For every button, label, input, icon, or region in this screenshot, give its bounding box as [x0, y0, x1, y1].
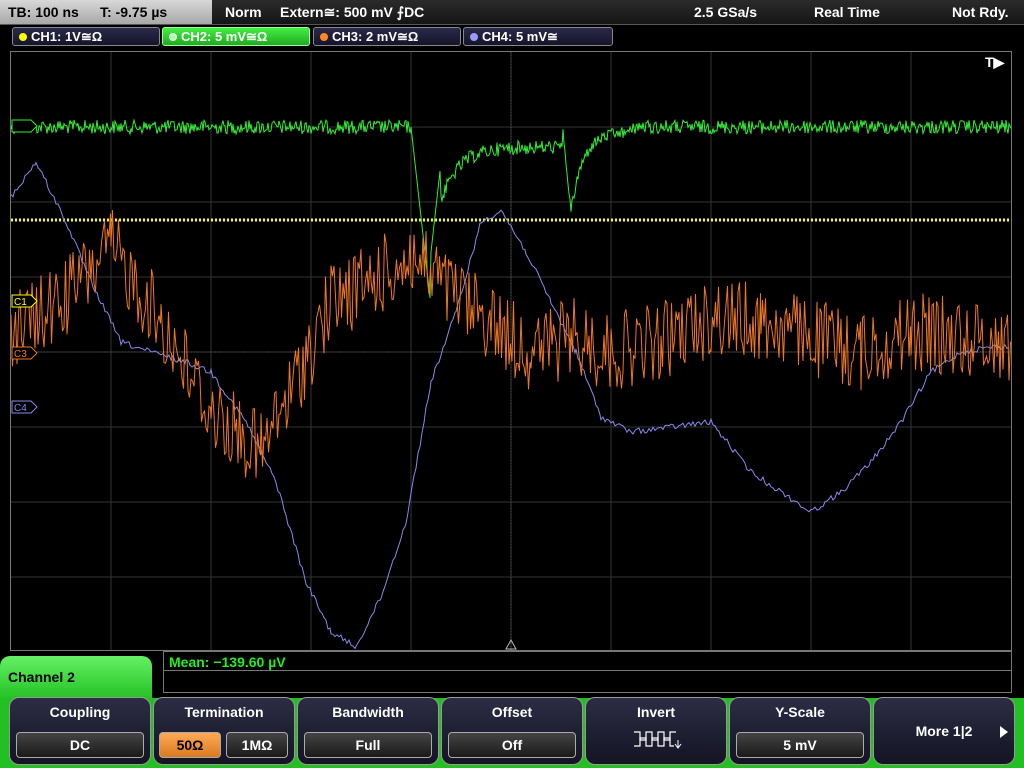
channel-2-label: CH2: 5 mV≅Ω	[181, 29, 268, 44]
termination-label: Termination	[184, 704, 264, 720]
channel-2-marker[interactable]	[11, 119, 38, 133]
channel-4-label: CH4: 5 mV≅	[482, 29, 558, 44]
yscale-value[interactable]: 5 mV	[736, 732, 864, 758]
sample-rate: 2.5 GSa/s	[694, 4, 758, 20]
channel-1-marker-label: C1	[14, 297, 27, 308]
yscale-label: Y-Scale	[775, 704, 825, 720]
offset-value[interactable]: Off	[448, 732, 576, 758]
more-softkey[interactable]: More 1|2	[873, 697, 1015, 765]
measurement-panel: Mean: −139.60 µV	[163, 651, 1012, 693]
bandwidth-softkey[interactable]: Bandwidth Full	[297, 697, 439, 765]
waveform-display[interactable]: C1 C3 C4 T▶	[10, 51, 1012, 651]
invert-softkey[interactable]: Invert	[585, 697, 727, 765]
channel-bar: CH1: 1V≅Ω CH2: 5 mV≅Ω CH3: 2 mV≅Ω CH4: 5…	[0, 25, 1024, 49]
channel-2-tab[interactable]: CH2: 5 mV≅Ω	[162, 27, 310, 46]
channel-4-marker-label: C4	[14, 403, 27, 414]
invert-waveform-icon	[634, 731, 682, 749]
channel-1-label: CH1: 1V≅Ω	[31, 29, 103, 44]
channel-3-label: CH3: 2 mV≅Ω	[332, 29, 419, 44]
trigger-mode[interactable]: Norm	[225, 4, 262, 20]
termination-1m-ohm-option[interactable]: 1MΩ	[226, 732, 288, 758]
yscale-softkey[interactable]: Y-Scale 5 mV	[729, 697, 871, 765]
bandwidth-value[interactable]: Full	[304, 732, 432, 758]
coupling-value[interactable]: DC	[16, 732, 144, 758]
offset-softkey[interactable]: Offset Off	[441, 697, 583, 765]
trigger-position-marker[interactable]: T▶	[985, 54, 1006, 70]
channel-1-tab[interactable]: CH1: 1V≅Ω	[12, 27, 160, 46]
status-bar: TB: 100 ns T: -9.75 µs Norm Extern≅: 500…	[0, 0, 1024, 25]
mean-measurement: Mean: −139.60 µV	[169, 654, 286, 670]
coupling-label: Coupling	[49, 704, 111, 720]
trigger-time: T: -9.75 µs	[100, 4, 168, 20]
channel-2-dot-icon	[169, 32, 177, 41]
timebase-panel[interactable]: TB: 100 ns T: -9.75 µs	[0, 0, 212, 24]
coupling-softkey[interactable]: Coupling DC	[9, 697, 151, 765]
channel-4-trace	[11, 161, 1010, 650]
channel-menu-tab[interactable]: Channel 2	[0, 656, 152, 700]
channel-3-dot-icon	[320, 32, 328, 41]
waveform-canvas: C1 C3 C4 T▶	[11, 52, 1011, 650]
channel-3-tab[interactable]: CH3: 2 mV≅Ω	[313, 27, 461, 46]
bandwidth-label: Bandwidth	[332, 704, 404, 720]
next-page-icon	[1000, 726, 1008, 738]
measurement-row: Mean: −139.60 µV	[164, 652, 1011, 671]
offset-label: Offset	[491, 704, 533, 720]
more-label: More 1|2	[915, 723, 973, 739]
channel-3-marker[interactable]: C3	[11, 346, 38, 360]
acquisition-status: Not Rdy.	[952, 4, 1009, 20]
channel-3-marker-label: C3	[14, 349, 27, 360]
trigger-source[interactable]: Extern≅: 500 mV ⨍DC	[280, 4, 424, 21]
channel-4-tab[interactable]: CH4: 5 mV≅	[463, 27, 613, 46]
channel-4-marker[interactable]: C4	[11, 400, 38, 414]
channel-1-dot-icon	[19, 32, 27, 41]
channel-menu-title: Channel 2	[8, 669, 75, 685]
channel-4-dot-icon	[470, 32, 478, 41]
termination-50-ohm-option[interactable]: 50Ω	[159, 732, 221, 758]
timebase: TB: 100 ns	[8, 4, 79, 20]
invert-label: Invert	[636, 704, 676, 720]
acquisition-mode: Real Time	[814, 4, 880, 20]
termination-softkey[interactable]: Termination 50Ω 1MΩ	[153, 697, 295, 765]
